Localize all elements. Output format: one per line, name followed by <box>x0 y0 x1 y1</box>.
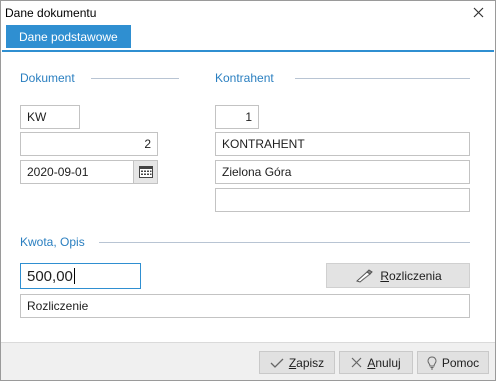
contractor-id-field[interactable]: 1 <box>215 105 259 129</box>
contractor-name-field[interactable]: KONTRAHENT <box>215 132 470 156</box>
rozliczenia-button[interactable]: Rozliczenia <box>326 263 470 288</box>
lightbulb-icon <box>427 355 437 369</box>
help-label: Pomoc <box>441 355 480 370</box>
section-divider <box>99 242 470 243</box>
calendar-button[interactable] <box>133 161 157 183</box>
tab-label: Dane podstawowe <box>19 29 118 44</box>
text-caret <box>73 268 75 284</box>
section-divider <box>91 78 179 79</box>
date-value: 2020-09-01 <box>27 165 89 179</box>
section-heading-dokument: Dokument <box>20 71 75 85</box>
calendar-icon <box>138 166 153 178</box>
tab-dane-podstawowe[interactable]: Dane podstawowe <box>6 25 131 48</box>
contractor-extra-field[interactable] <box>215 188 470 212</box>
check-icon <box>270 358 284 368</box>
tab-strip: Dane podstawowe <box>2 25 494 52</box>
rozliczenia-label: Rozliczenia <box>380 268 442 283</box>
section-divider <box>295 78 470 79</box>
contractor-city-field[interactable]: Zielona Góra <box>215 160 470 184</box>
title-bar: Dane dokumentu <box>1 1 495 25</box>
close-button[interactable] <box>469 3 487 21</box>
dialog-footer: Zapisz Anuluj Pomoc <box>1 342 495 380</box>
pencil-ruler-icon <box>356 268 374 283</box>
document-symbol-field[interactable]: KW <box>20 105 80 129</box>
amount-value: 500,00 <box>27 267 73 285</box>
x-icon <box>351 357 362 368</box>
save-button[interactable]: Zapisz <box>259 351 335 374</box>
document-number-field[interactable]: 2 <box>20 132 158 156</box>
window-title: Dane dokumentu <box>5 6 97 20</box>
dialog-window: Dane dokumentu Dane podstawowe Dokument … <box>0 0 496 381</box>
section-heading-kontrahent: Kontrahent <box>215 71 274 85</box>
cancel-label: Anuluj <box>367 355 401 370</box>
help-button[interactable]: Pomoc <box>417 351 489 374</box>
description-field[interactable]: Rozliczenie <box>20 294 470 318</box>
amount-field[interactable]: 500,00 <box>20 263 141 289</box>
close-icon <box>473 7 483 17</box>
section-heading-kwota-opis: Kwota, Opis <box>20 235 85 249</box>
save-label: Zapisz <box>288 355 325 370</box>
cancel-button[interactable]: Anuluj <box>339 351 413 374</box>
document-date-field[interactable]: 2020-09-01 <box>20 160 158 184</box>
